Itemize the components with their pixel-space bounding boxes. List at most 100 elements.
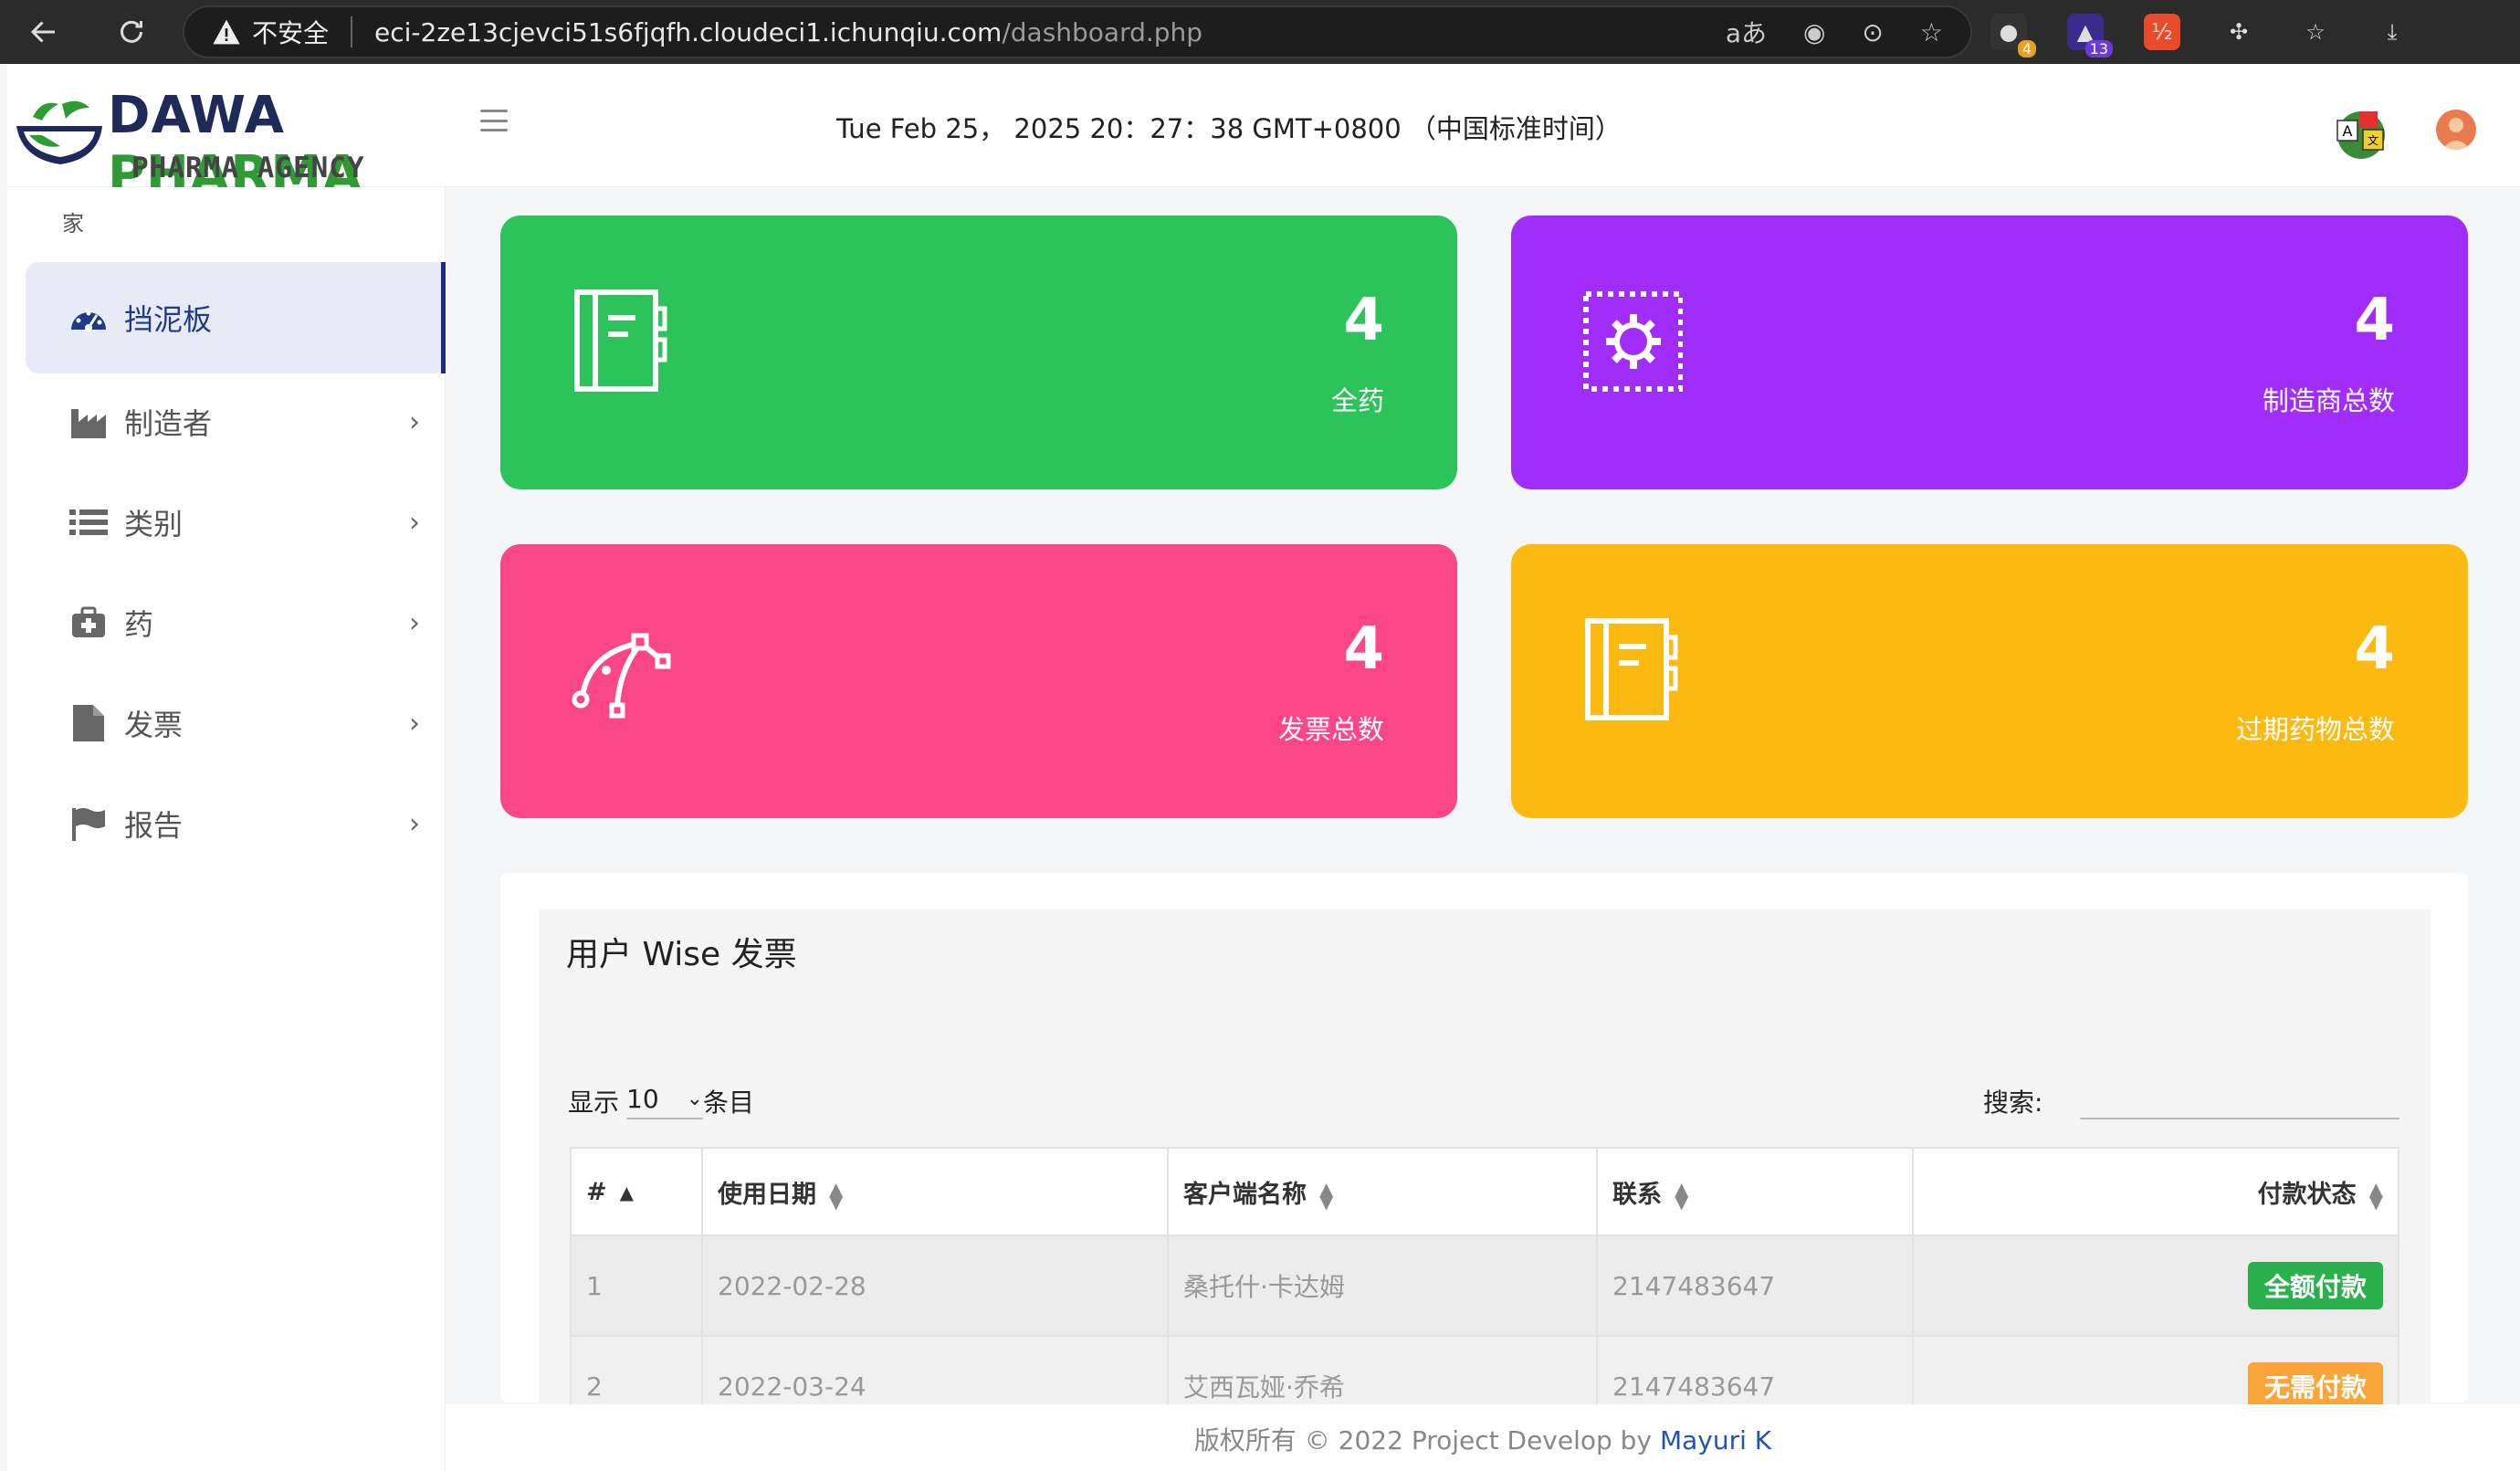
sidebar-item-dashboard[interactable]: 挡泥板: [26, 262, 446, 373]
sidebar-item-medicine[interactable]: 药 ›: [26, 573, 446, 673]
current-datetime: Tue Feb 25， 2025 20：27：38 GMT+0800 （中国标准…: [836, 113, 1622, 144]
sidebar-item-label: 挡泥板: [124, 302, 213, 337]
status-badge: 无需付款: [2247, 1362, 2383, 1410]
stat-value: 4: [1343, 615, 1384, 683]
notebook-icon: [1585, 618, 1678, 720]
search-input[interactable]: [2080, 1076, 2399, 1119]
security-label: 不安全: [252, 18, 330, 48]
cell-contact: 2147483647: [1596, 1235, 1914, 1337]
stat-label: 全药: [1330, 385, 1384, 416]
cell-date: 2022-02-28: [701, 1235, 1169, 1337]
entries-label: 条目: [703, 1087, 755, 1118]
footer: 版权所有 © 2022 Project Develop by Mayuri K: [446, 1404, 2520, 1471]
address-divider: [351, 16, 353, 47]
user-avatar[interactable]: [2436, 110, 2476, 150]
favorite-star-icon[interactable]: ☆: [1920, 17, 1943, 47]
edge-icon[interactable]: ◉: [1803, 17, 1825, 47]
file-icon: [69, 704, 108, 742]
url-text: eci-2ze13cjevci51s6fjqfh.cloudeci1.ichun…: [374, 17, 1202, 47]
cell-status: 全额付款: [1912, 1235, 2399, 1337]
stat-label: 发票总数: [1277, 714, 1384, 745]
chevron-right-icon: ›: [409, 405, 420, 438]
table-header-row: # ▲ 使用日期 ▲ ▼ 客户端名称 ▲ ▼ 联系 ▲ ▼ 付款状态 ▲ ▼: [570, 1147, 2399, 1236]
app-header: DAWA PHARMA PHARMA AGENCY SOFTWARE Tue F…: [7, 64, 2520, 217]
more-circle-icon[interactable]: ⊙: [1862, 17, 1883, 47]
chevron-right-icon: ›: [409, 606, 420, 639]
brand-logo[interactable]: DAWA PHARMA PHARMA AGENCY SOFTWARE: [15, 79, 453, 217]
panel-title: 用户 Wise 发票: [566, 936, 797, 973]
user-avatar-icon: [2441, 118, 2471, 150]
reload-icon: [121, 20, 142, 43]
security-warning[interactable]: 不安全: [212, 14, 329, 50]
svg-text:文: 文: [2368, 133, 2378, 147]
language-translate-icon[interactable]: A 文: [2334, 106, 2389, 161]
column-header-number[interactable]: # ▲: [570, 1147, 703, 1236]
puzzle-icon[interactable]: ✣: [2221, 14, 2257, 50]
url-path: /dashboard.php: [1002, 16, 1203, 47]
flag-icon: [69, 804, 108, 843]
hamburger-menu-icon[interactable]: [480, 110, 508, 131]
extension-1-badge: 4: [2017, 40, 2036, 58]
chevron-right-icon: ›: [409, 506, 420, 539]
list-icon: [69, 503, 108, 541]
sidebar-heading: 家: [62, 211, 84, 236]
mortar-logo-icon: [16, 100, 102, 164]
stat-label: 过期药物总数: [2235, 714, 2395, 745]
warning-triangle-icon: [213, 19, 240, 45]
download-icon[interactable]: ⤓: [2374, 14, 2410, 50]
sidebar: 家 挡泥板 制造者 › 类别 › 药 › 发票 › 报告 ›: [7, 187, 446, 1471]
reload-button[interactable]: [106, 6, 157, 58]
column-header-contact[interactable]: 联系 ▲ ▼: [1596, 1147, 1914, 1236]
sort-icon: ▲ ▼: [1319, 1178, 1334, 1213]
address-actions: aあ ◉ ⊙ ☆: [1726, 14, 1943, 50]
extension-2-icon[interactable]: ▲ 13: [2067, 14, 2113, 58]
translate-icon[interactable]: aあ: [1726, 14, 1767, 50]
chevron-right-icon: ›: [409, 707, 420, 740]
sidebar-item-label: 药: [124, 607, 154, 642]
svg-text:A: A: [2343, 122, 2353, 140]
show-label: 显示: [568, 1087, 620, 1118]
stat-label: 制造商总数: [2262, 385, 2395, 416]
sidebar-item-label: 类别: [124, 507, 184, 541]
footer-text: 版权所有 © 2022 Project Develop by: [1193, 1425, 1653, 1455]
sidebar-item-manufacturer[interactable]: 制造者 ›: [26, 372, 446, 472]
sort-asc-icon: ▲: [619, 1182, 635, 1203]
vector-pen-icon: [572, 633, 671, 719]
sidebar-item-report[interactable]: 报告 ›: [26, 773, 446, 874]
sidebar-item-label: 报告: [124, 808, 184, 843]
search-label: 搜索:: [1983, 1087, 2043, 1118]
sidebar-item-label: 发票: [124, 708, 184, 742]
stat-card-total-medicines[interactable]: 4 全药: [500, 215, 1457, 489]
column-header-status[interactable]: 付款状态 ▲ ▼: [1912, 1147, 2399, 1236]
chevron-right-icon: ›: [409, 807, 420, 840]
gear-icon: [1583, 291, 1683, 392]
logo-dawa: DAWA: [108, 86, 285, 145]
page-length-select[interactable]: 10 ⌄: [626, 1084, 704, 1119]
notebook-icon: [574, 289, 667, 392]
column-header-client[interactable]: 客户端名称 ▲ ▼: [1167, 1147, 1598, 1236]
table-row[interactable]: 1 2022-02-28 桑托什·卡达姆 2147483647 全额付款: [570, 1235, 2399, 1337]
dashboard-icon: [69, 299, 108, 337]
stat-value: 4: [2354, 287, 2395, 354]
stat-card-total-manufacturers[interactable]: 4 制造商总数: [1511, 215, 2468, 489]
sidebar-item-invoice[interactable]: 发票 ›: [26, 673, 446, 773]
stat-card-expired-medicines[interactable]: 4 过期药物总数: [1511, 544, 2468, 818]
chevron-down-icon: ⌄: [686, 1087, 704, 1110]
address-bar[interactable]: 不安全 eci-2ze13cjevci51s6fjqfh.cloudeci1.i…: [183, 5, 1972, 58]
footer-author-link[interactable]: Mayuri K: [1660, 1425, 1771, 1455]
extensions-bar: ● 4 ▲ 13 ½ ✣ ☆ ⤓: [1990, 9, 2410, 58]
sidebar-item-category[interactable]: 类别 ›: [26, 472, 446, 573]
browser-toolbar: 不安全 eci-2ze13cjevci51s6fjqfh.cloudeci1.i…: [0, 0, 2520, 64]
extension-2-badge: 13: [2084, 40, 2113, 58]
cell-client: 桑托什·卡达姆: [1167, 1235, 1598, 1337]
arrow-left-icon: [30, 21, 55, 43]
sort-icon: ▲ ▼: [1675, 1178, 1689, 1213]
favorites-icon[interactable]: ☆: [2297, 14, 2334, 50]
extension-1-icon[interactable]: ● 4: [1990, 14, 2036, 58]
industry-icon: [69, 403, 108, 441]
stat-card-total-invoices[interactable]: 4 发票总数: [500, 544, 1457, 818]
stat-value: 4: [2354, 615, 2395, 683]
column-header-date[interactable]: 使用日期 ▲ ▼: [701, 1147, 1169, 1236]
extension-3-icon[interactable]: ½: [2144, 14, 2180, 50]
back-button[interactable]: [18, 6, 69, 58]
